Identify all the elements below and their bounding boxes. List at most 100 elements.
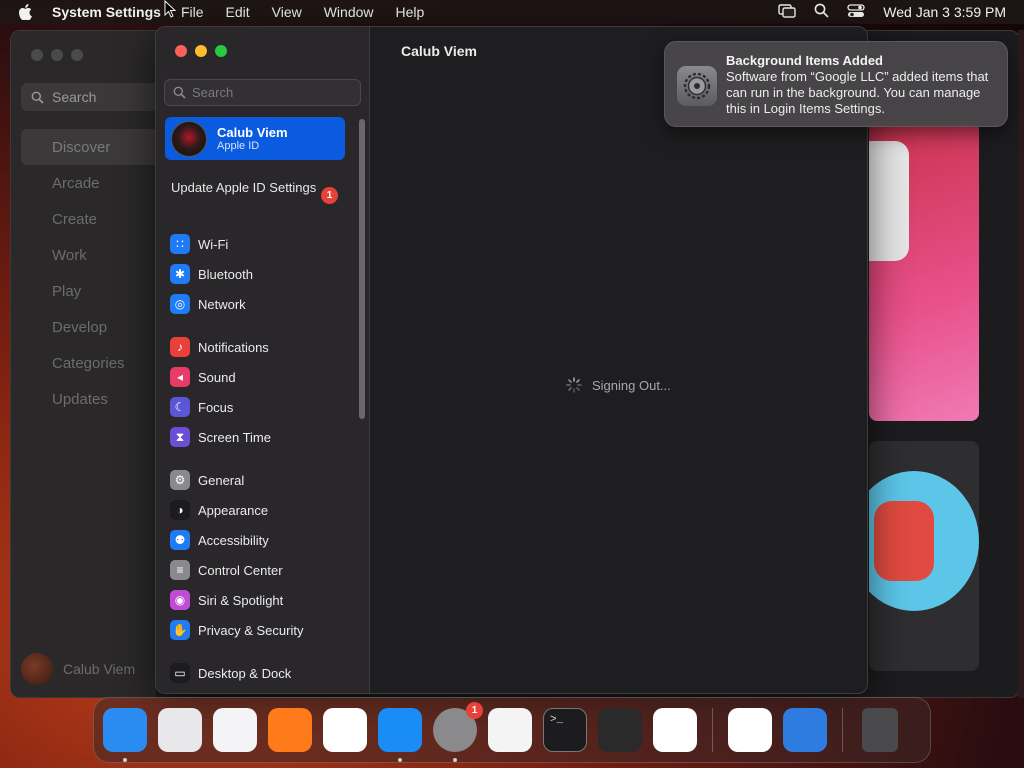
sidebar-item-desktop-dock[interactable]: ▭ Desktop & Dock [170, 658, 350, 688]
sidebar-item-screen-time[interactable]: ⧗ Screen Time [170, 422, 350, 452]
apple-menu-icon[interactable] [18, 4, 38, 20]
close-button[interactable] [175, 45, 187, 57]
settings-menu-group: ∷ Wi-Fi ✱ Bluetooth ◎ Network [170, 229, 350, 319]
dock: 1 >_ [93, 697, 931, 763]
firefox-icon[interactable] [268, 708, 312, 752]
app-store-nav-develop[interactable]: Develop [21, 309, 171, 345]
sidebar-item-label: Focus [198, 399, 234, 415]
app-store-nav-play[interactable]: Play [21, 273, 171, 309]
control-center-icon: ≡ [170, 560, 190, 580]
dock-badge: 1 [466, 702, 483, 719]
sidebar-item-bluetooth[interactable]: ✱ Bluetooth [170, 259, 350, 289]
system-settings-icon[interactable]: 1 [433, 702, 483, 762]
update-badge: 1 [321, 187, 338, 204]
app-store-nav-discover[interactable]: Discover [21, 129, 171, 165]
settings-menu-group: ⚙ General ◑ Appearance ⚉ Accessibility ≡ Contro… [170, 465, 350, 645]
notification-body: Software from “Google LLC” added items t… [726, 69, 989, 116]
garageband-icon[interactable] [598, 708, 642, 752]
close-button[interactable] [31, 49, 43, 61]
menu-bar-extras: Wed Jan 3 3:59 PM [778, 0, 1006, 24]
app-store-nav-create[interactable]: Create [21, 201, 171, 237]
apple-id-account-row[interactable]: Calub Viem Apple ID [165, 117, 345, 160]
gear-icon [677, 66, 717, 106]
avatar [171, 120, 207, 157]
sidebar-item-label: Screen Time [198, 429, 271, 445]
minimize-button[interactable] [195, 45, 207, 57]
sidebar-item-label: Notifications [198, 339, 269, 355]
globe-icon: ◎ [170, 294, 190, 314]
update-apple-id-row[interactable]: Update Apple ID Settings [171, 180, 341, 196]
chrome-icon[interactable] [323, 708, 367, 752]
app-store-search-label: Search [52, 89, 97, 105]
window-menu[interactable]: Window [324, 4, 374, 20]
edit-menu[interactable]: Edit [226, 4, 250, 20]
trash-icon[interactable] [862, 708, 898, 752]
sidebar-item-label: Siri & Spotlight [198, 592, 284, 608]
terminal-icon[interactable]: >_ [543, 708, 587, 752]
app-name-menu[interactable]: System Settings [52, 4, 161, 20]
wifi-icon: ∷ [170, 234, 190, 254]
moon-icon: ☾ [170, 397, 190, 417]
app-store-nav-updates[interactable]: Updates [21, 381, 171, 417]
sidebar-item-siri-spotlight[interactable]: ◉ Siri & Spotlight [170, 585, 350, 615]
accessibility-icon: ⚉ [170, 530, 190, 550]
screen-mirroring-icon[interactable] [778, 3, 796, 21]
safari-icon[interactable] [213, 708, 257, 752]
gear-icon: ⚙ [170, 470, 190, 490]
sidebar-item-network[interactable]: ◎ Network [170, 289, 350, 319]
bell-icon: ♪ [170, 337, 190, 357]
avatar [21, 653, 53, 685]
sidebar-item-wi-fi[interactable]: ∷ Wi-Fi [170, 229, 350, 259]
sidebar-scrollbar[interactable] [359, 119, 365, 419]
view-menu[interactable]: View [272, 4, 302, 20]
app-store-window-controls [31, 49, 83, 61]
running-indicator [123, 758, 127, 762]
app-store-account[interactable]: Calub Viem [21, 653, 135, 685]
app-store-user-name: Calub Viem [63, 661, 136, 677]
app-store-icon[interactable] [378, 708, 422, 762]
control-center-menu-icon[interactable] [847, 3, 865, 21]
settings-sidebar: Calub Viem Apple ID Update Apple ID Sett… [156, 27, 370, 693]
background-items-notification[interactable]: Background Items Added Software from “Go… [664, 41, 1008, 127]
zoom-button[interactable] [215, 45, 227, 57]
textedit-icon[interactable] [488, 708, 532, 752]
settings-search[interactable] [164, 79, 361, 106]
sidebar-item-general[interactable]: ⚙ General [170, 465, 350, 495]
menu-bar-clock[interactable]: Wed Jan 3 3:59 PM [883, 4, 1006, 20]
visual-studio-icon[interactable] [728, 708, 772, 752]
app-store-search-field[interactable]: Search [21, 83, 171, 111]
app-store-nav-categories[interactable]: Categories [21, 345, 171, 381]
dock-separator [842, 708, 843, 752]
sidebar-item-label: Appearance [198, 502, 269, 518]
launchpad-icon[interactable] [158, 708, 202, 752]
app-store-nav-work[interactable]: Work [21, 237, 171, 273]
sidebar-item-notifications[interactable]: ♪ Notifications [170, 332, 350, 362]
weather-icon[interactable] [783, 708, 827, 752]
spotlight-search-icon[interactable] [814, 3, 829, 21]
zoom-button[interactable] [71, 49, 83, 61]
featured-card-image[interactable] [869, 121, 979, 421]
sidebar-item-label: Wi-Fi [198, 236, 229, 252]
featured-card-character[interactable] [869, 441, 979, 671]
sidebar-item-accessibility[interactable]: ⚉ Accessibility [170, 525, 350, 555]
window-controls [175, 45, 227, 57]
appearance-icon: ◑ [170, 500, 190, 520]
page-title: Calub Viem [401, 43, 477, 59]
minimize-button[interactable] [51, 49, 63, 61]
sidebar-item-sound[interactable]: ◂ Sound [170, 362, 350, 392]
sidebar-item-focus[interactable]: ☾ Focus [170, 392, 350, 422]
speaker-icon: ◂ [170, 367, 190, 387]
sidebar-item-control-center[interactable]: ≡ Control Center [170, 555, 350, 585]
search-input[interactable] [192, 85, 352, 100]
hand-icon: ✋ [170, 620, 190, 640]
spinner-icon [566, 377, 582, 393]
sidebar-item-label: General [198, 472, 245, 488]
vscode-icon[interactable] [653, 708, 697, 752]
help-menu[interactable]: Help [396, 4, 425, 20]
file-menu[interactable]: File [181, 4, 204, 20]
sidebar-item-privacy-security[interactable]: ✋ Privacy & Security [170, 615, 350, 645]
sidebar-item-appearance[interactable]: ◑ Appearance [170, 495, 350, 525]
app-store-nav-arcade[interactable]: Arcade [21, 165, 171, 201]
signing-out-status: Signing Out... [566, 377, 671, 393]
finder-icon[interactable] [103, 708, 147, 762]
